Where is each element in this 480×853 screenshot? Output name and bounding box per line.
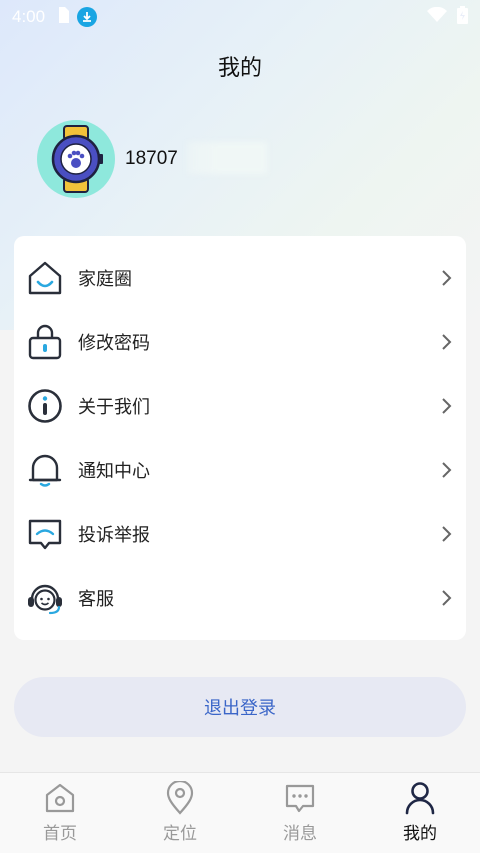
info-icon [26,387,64,425]
menu-item-label: 通知中心 [78,461,150,482]
profile-section[interactable]: 18707 [37,120,267,198]
tab-mine[interactable]: 我的 [360,773,480,853]
phone-number: 18707 [125,142,267,174]
tab-label: 定位 [163,824,197,844]
menu-item-label: 投诉举报 [78,525,150,546]
home-icon [26,259,64,297]
tab-location[interactable]: 定位 [120,773,240,853]
menu-item-about-us[interactable]: 关于我们 [14,374,466,438]
menu-item-family-circle[interactable]: 家庭圈 [14,246,466,310]
chevron-right-icon [442,590,452,606]
menu-card: 家庭圈 修改密码 关于我们 通知中心 投诉举报 客服 [14,236,466,640]
download-icon [77,7,98,27]
menu-item-label: 客服 [78,589,114,610]
chevron-right-icon [442,334,452,350]
menu-item-report[interactable]: 投诉举报 [14,502,466,566]
phone-number-text: 18707 [125,148,178,169]
phone-mask [187,142,267,174]
wifi-icon [427,6,447,28]
tab-home[interactable]: 首页 [0,773,120,853]
tab-label: 我的 [403,824,437,844]
logout-button[interactable]: 退出登录 [14,677,466,737]
menu-item-label: 家庭圈 [78,269,132,290]
watch-icon [51,125,103,193]
tab-messages[interactable]: 消息 [240,773,360,853]
status-time: 4:00 [12,7,46,26]
sd-card-icon [57,6,70,28]
menu-item-change-password[interactable]: 修改密码 [14,310,466,374]
battery-icon [457,5,468,29]
menu-item-label: 修改密码 [78,333,150,354]
message-icon [283,781,317,815]
menu-item-customer-service[interactable]: 客服 [14,566,466,630]
page-title: 我的 [217,56,262,81]
location-pin-icon [163,781,197,815]
menu-item-notification-center[interactable]: 通知中心 [14,438,466,502]
lock-icon [26,323,64,361]
tab-label: 首页 [43,824,77,844]
menu-item-label: 关于我们 [78,397,150,418]
avatar[interactable] [37,120,115,198]
chevron-right-icon [442,526,452,542]
status-bar: 4:00 [0,0,480,34]
report-icon [26,515,64,553]
bell-icon [26,451,64,489]
home-tab-icon [43,781,77,815]
headset-icon [26,579,64,617]
bottom-tab-bar: 首页 定位 消息 我的 [0,772,480,853]
person-icon [403,781,437,815]
chevron-right-icon [442,462,452,478]
tab-label: 消息 [283,824,317,844]
chevron-right-icon [442,270,452,286]
chevron-right-icon [442,398,452,414]
